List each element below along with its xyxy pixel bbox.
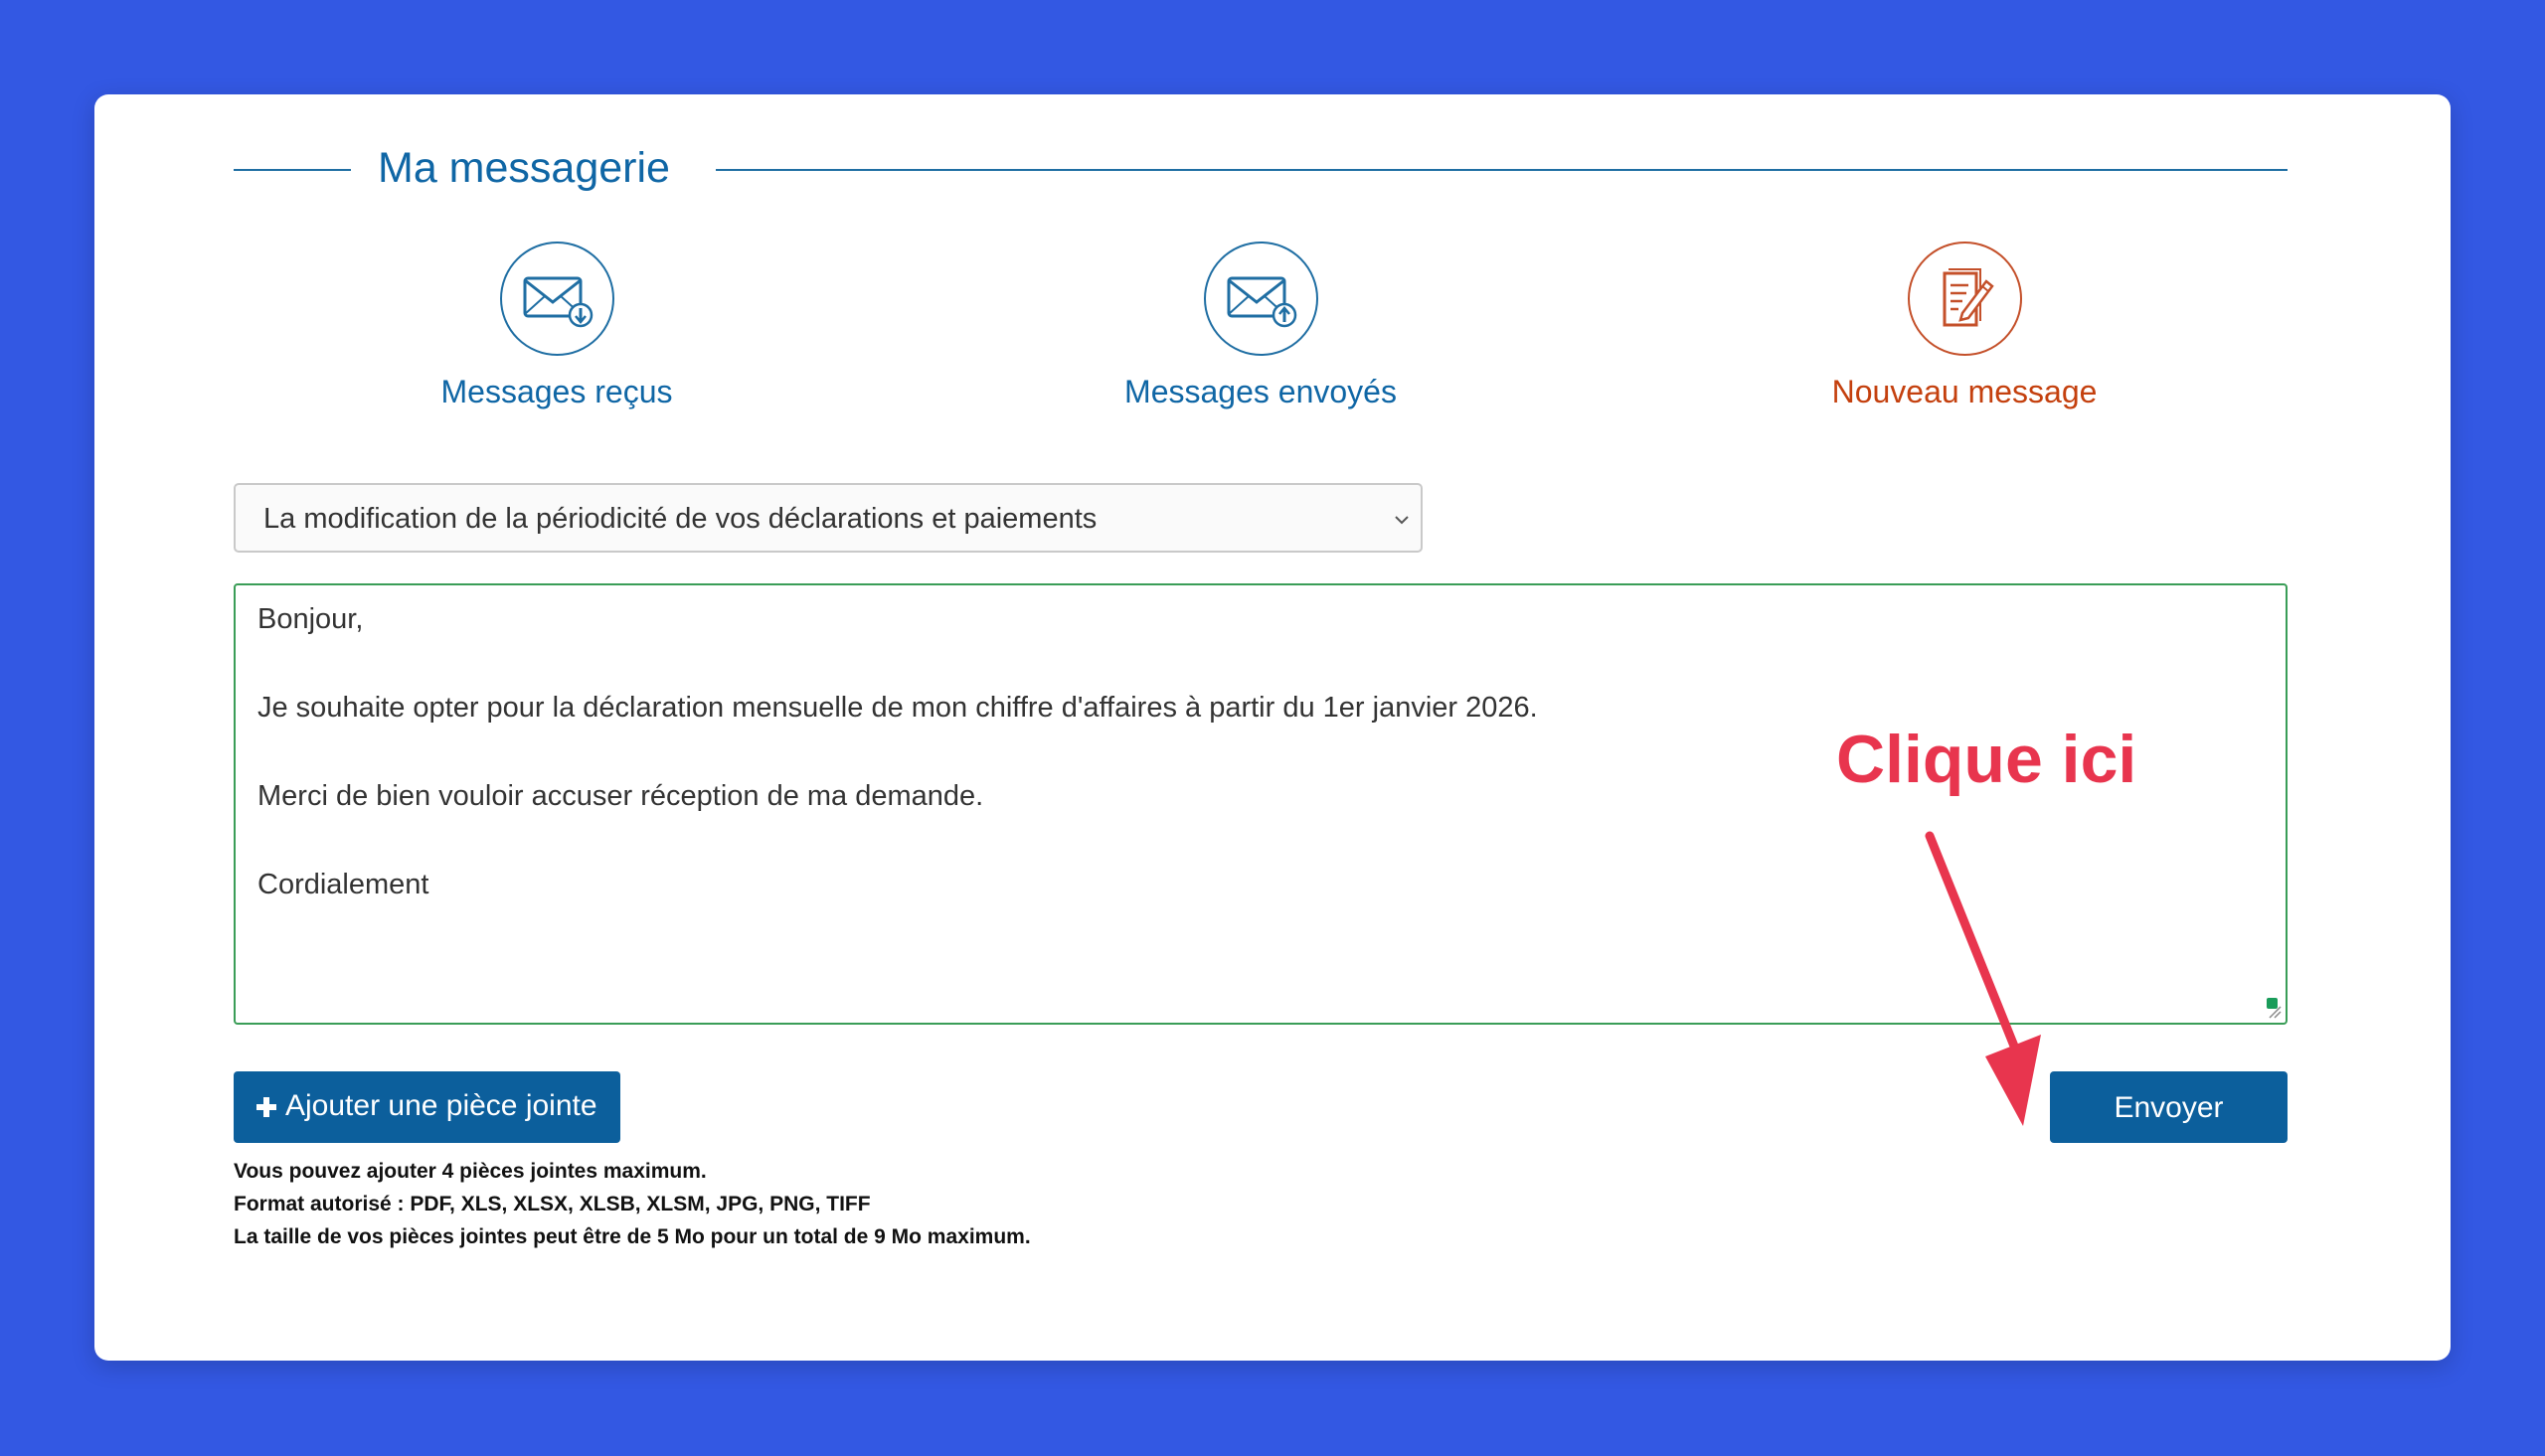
- message-line: Je souhaite opter pour la déclaration me…: [257, 692, 1538, 724]
- message-line: Bonjour,: [257, 603, 364, 635]
- resize-handle-icon[interactable]: [2266, 1003, 2282, 1019]
- nav-item-new-message[interactable]: Nouveau message: [1716, 242, 2213, 410]
- info-line: La taille de vos pièces jointes peut êtr…: [234, 1225, 1031, 1248]
- add-attachment-button[interactable]: Ajouter une pièce jointe: [234, 1071, 620, 1143]
- annotation-arrow-icon: [1925, 831, 2041, 1126]
- page-title: Ma messagerie: [378, 144, 670, 192]
- attachment-info: Vous pouvez ajouter 4 pièces jointes max…: [234, 1155, 1031, 1253]
- card-content: Ma messagerie Messages reçus Messages en…: [234, 94, 2288, 1361]
- annotation-label: Clique ici: [1836, 722, 2137, 797]
- add-attachment-label: Ajouter une pièce jointe: [285, 1089, 597, 1122]
- send-button[interactable]: Envoyer: [2050, 1071, 2288, 1143]
- messaging-nav: Messages reçus Messages envoyés Nouveau …: [234, 242, 2288, 420]
- edit-document-icon: [1907, 242, 2022, 356]
- title-divider-left: [234, 169, 351, 171]
- envelope-download-icon: [499, 242, 614, 356]
- info-line: Format autorisé : PDF, XLS, XLSX, XLSB, …: [234, 1193, 871, 1215]
- nav-item-received[interactable]: Messages reçus: [308, 242, 805, 410]
- nav-item-label: Messages reçus: [440, 374, 673, 409]
- chevron-down-icon: [1391, 509, 1413, 536]
- nav-item-label: Messages envoyés: [1124, 374, 1397, 409]
- message-line: Cordialement: [257, 869, 429, 900]
- subject-select[interactable]: La modification de la périodicité de vos…: [234, 483, 1423, 553]
- subject-select-value: La modification de la périodicité de vos…: [263, 503, 1098, 535]
- message-line: Merci de bien vouloir accuser réception …: [257, 780, 984, 812]
- title-divider-right: [716, 169, 2288, 171]
- messaging-card: Ma messagerie Messages reçus Messages en…: [94, 94, 2451, 1361]
- nav-item-sent[interactable]: Messages envoyés: [1012, 242, 1509, 410]
- plus-icon: [256, 1097, 276, 1117]
- info-line: Vous pouvez ajouter 4 pièces jointes max…: [234, 1160, 707, 1183]
- send-label: Envoyer: [2114, 1091, 2224, 1124]
- envelope-upload-icon: [1203, 242, 1318, 356]
- nav-item-label: Nouveau message: [1831, 374, 2098, 409]
